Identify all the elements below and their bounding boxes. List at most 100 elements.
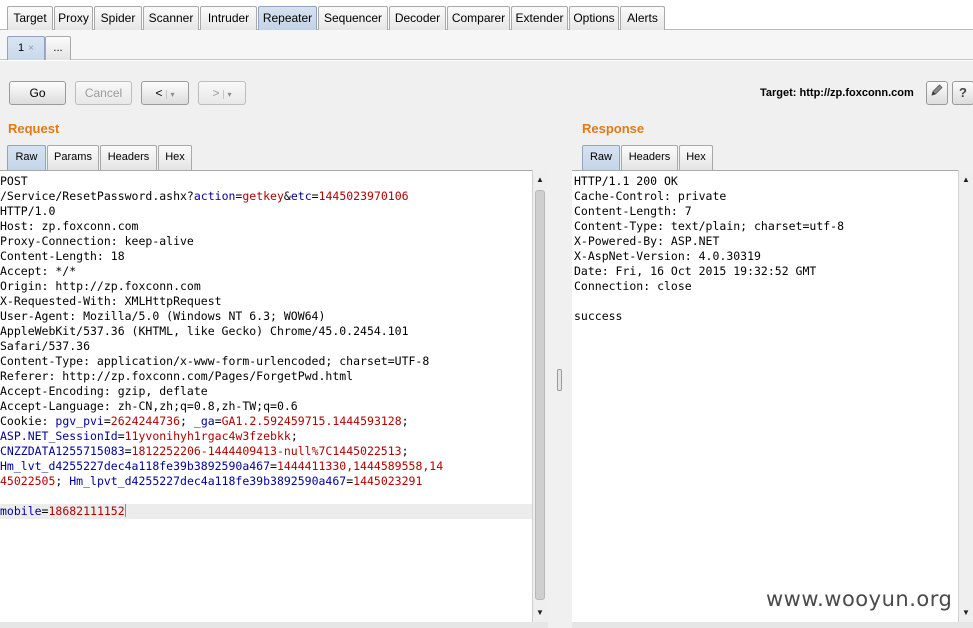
request-line: Host: zp.foxconn.com [0, 219, 139, 233]
tab-proxy[interactable]: Proxy [54, 6, 93, 30]
split-divider[interactable] [548, 113, 572, 628]
request-line: POST [0, 174, 28, 188]
request-line [0, 489, 532, 504]
edit-target-button[interactable] [926, 81, 948, 105]
main-tab-bar: Target Proxy Spider Scanner Intruder Repeater… [0, 0, 973, 30]
request-line: HTTP/1.0 [0, 204, 56, 218]
response-text[interactable]: HTTP/1.1 200 OK Cache-Control: private Con… [574, 174, 844, 324]
response-search-bar [572, 622, 973, 628]
response-line: Date: Fri, 16 Oct 2015 19:32:52 GMT [574, 264, 817, 278]
request-line: Origin: http://zp.foxconn.com [0, 279, 201, 293]
tab-comparer[interactable]: Comparer [447, 6, 510, 30]
param-value: 2624244736 [110, 414, 181, 428]
param-value: 1445023970106 [318, 189, 409, 203]
request-scrollbar[interactable]: ▲ ▼ [532, 170, 547, 622]
request-tab-headers[interactable]: Headers [100, 145, 157, 170]
param-value: getkey [242, 189, 284, 203]
tab-repeater[interactable]: Repeater [258, 6, 317, 30]
request-title: Request [8, 121, 60, 136]
code-text: ; [180, 414, 194, 428]
response-line: X-AspNet-Version: 4.0.30319 [574, 249, 761, 263]
request-line: ASP.NET_SessionId=11yvonihyh1rgac4w3fzeb… [0, 429, 532, 444]
param-value: 18682111152 [48, 504, 125, 518]
param-name: CNZZDATA1255715083 [0, 444, 125, 458]
response-line: HTTP/1.1 200 OK [574, 174, 678, 188]
chevron-down-icon[interactable]: ▾ [222, 90, 232, 99]
code-text: ; [55, 474, 70, 488]
code-text: = [270, 459, 277, 473]
close-icon[interactable]: × [28, 43, 34, 54]
tab-target[interactable]: Target [7, 6, 53, 30]
new-tab-label: ... [53, 42, 63, 54]
request-text[interactable]: POST/Service/ResetPassword.ashx?action = g… [0, 174, 532, 519]
response-scrollbar[interactable]: ▲ ▼ [958, 170, 973, 622]
tab-spider[interactable]: Spider [94, 6, 142, 30]
tab-scanner[interactable]: Scanner [143, 6, 199, 30]
response-line: success [574, 309, 623, 323]
forward-arrow-icon: > [212, 86, 220, 100]
request-editor[interactable]: POST/Service/ResetPassword.ashx?action = g… [0, 170, 532, 622]
response-tab-raw[interactable]: Raw [582, 145, 620, 170]
tab-decoder[interactable]: Decoder [389, 6, 446, 30]
request-line: Accept-Encoding: gzip, deflate [0, 384, 208, 398]
tab-alerts[interactable]: Alerts [620, 6, 665, 30]
repeater-toolbar: Go Cancel < ▾ > ▾ Target: http://zp.foxcon… [0, 61, 973, 113]
request-line: 45022505; Hm_lpvt_d4255227dec4a118fe39b3… [0, 474, 532, 489]
param-value: 45022505 [0, 474, 56, 488]
new-tab-button[interactable]: ... [45, 36, 71, 60]
param-value: GA1.2.592459715.1444593128 [221, 414, 402, 428]
request-line: Content-Type: application/x-www-form-url… [0, 354, 430, 368]
drag-handle-icon[interactable] [557, 369, 562, 391]
tab-intruder[interactable]: Intruder [200, 6, 257, 30]
scroll-thumb[interactable] [535, 190, 545, 600]
go-button[interactable]: Go [9, 81, 66, 105]
code-text: ; [401, 414, 409, 428]
request-line: Accept-Language: zh-CN,zh;q=0.8,zh-TW;q=… [0, 399, 298, 413]
code-text: = [124, 444, 132, 458]
response-line: Content-Length: 7 [574, 204, 692, 218]
repeater-tab-bar: 1 × ... [0, 30, 973, 60]
request-line: Hm_lvt_d4255227dec4a118fe39b3892590a467=… [0, 459, 532, 474]
request-line: Content-Length: 18 [0, 249, 125, 263]
code-text: ; [401, 444, 409, 458]
back-button[interactable]: < ▾ [141, 81, 189, 105]
param-name: Hm_lvt_d4255227dec4a118fe39b3892590a467 [0, 459, 271, 473]
chevron-down-icon[interactable]: ▾ [165, 90, 175, 99]
response-tab-headers[interactable]: Headers [621, 145, 678, 170]
request-search-bar [0, 622, 548, 628]
watermark: www.wooyun.org [766, 587, 953, 611]
request-line: Accept: */* [0, 264, 77, 278]
tab-sequencer[interactable]: Sequencer [318, 6, 388, 30]
param-name: mobile [0, 504, 42, 518]
tab-options[interactable]: Options [569, 6, 619, 30]
code-text: ; [290, 429, 298, 443]
request-line: Safari/537.36 [0, 339, 91, 353]
scroll-down-icon[interactable]: ▼ [533, 606, 547, 620]
scroll-up-icon[interactable]: ▲ [533, 173, 547, 187]
cancel-button[interactable]: Cancel [75, 81, 132, 105]
scroll-up-icon[interactable]: ▲ [959, 173, 973, 187]
param-value: 1445023291 [353, 474, 423, 488]
response-title: Response [582, 121, 645, 136]
request-line: Referer: http://zp.foxconn.com/Pages/For… [0, 369, 354, 383]
code-text: = [103, 414, 111, 428]
request-line: /Service/ResetPassword.ashx?action = getke… [0, 189, 532, 204]
tab-extender[interactable]: Extender [511, 6, 568, 30]
request-tab-params[interactable]: Params [47, 145, 99, 170]
response-line: X-Powered-By: ASP.NET [574, 234, 720, 248]
request-line: mobile=18682111152 [0, 504, 532, 519]
param-name: Hm_lpvt_d4255227dec4a118fe39b3892590a467 [69, 474, 347, 488]
response-tab-hex[interactable]: Hex [679, 145, 713, 170]
request-tab-hex[interactable]: Hex [158, 145, 192, 170]
param-value: 1444411330,1444589558,14 [276, 459, 444, 473]
scroll-down-icon[interactable]: ▼ [959, 606, 973, 620]
request-tab-raw[interactable]: Raw [7, 145, 46, 170]
help-button[interactable]: ? [952, 81, 973, 105]
forward-button[interactable]: > ▾ [198, 81, 246, 105]
response-line: Content-Type: text/plain; charset=utf-8 [574, 219, 845, 233]
response-editor[interactable]: HTTP/1.1 200 OK Cache-Control: private Con… [572, 170, 958, 622]
repeater-tab-1[interactable]: 1 × [7, 36, 45, 60]
param-value: 11yvonihyh1rgac4w3fzebkk [124, 429, 291, 443]
param-name: action [193, 189, 236, 203]
param-name: _ga [193, 414, 215, 428]
